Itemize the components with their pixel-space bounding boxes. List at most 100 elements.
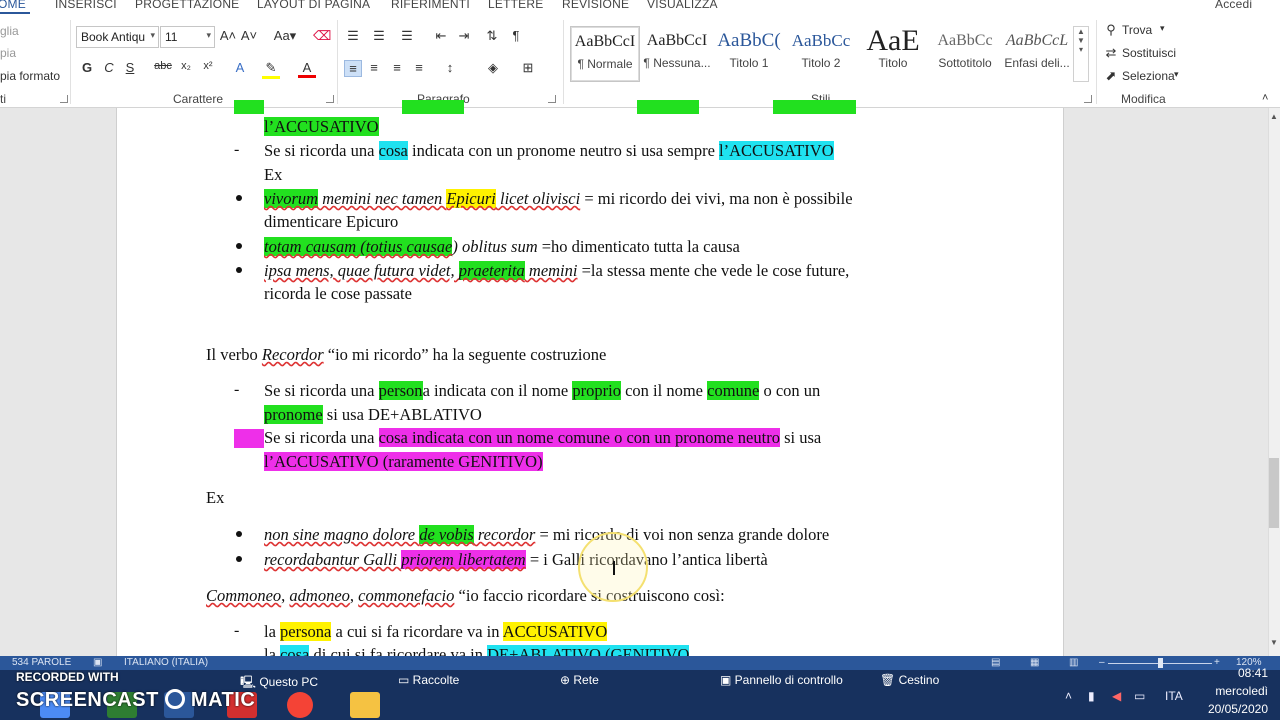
bullets-icon[interactable]: ☰: [344, 28, 362, 44]
numbering-icon[interactable]: ☰: [370, 28, 388, 44]
collapse-ribbon-icon[interactable]: ˄: [1262, 92, 1268, 104]
word-count[interactable]: 534 PAROLE: [12, 657, 71, 668]
increase-indent-icon[interactable]: ⇥: [455, 28, 473, 44]
link-label: Pannello di controllo: [734, 673, 843, 687]
link-label: Raccolte: [412, 673, 460, 687]
font-name-combo[interactable]: Book Antiqu ▾: [76, 26, 159, 48]
decrease-indent-icon[interactable]: ⇤: [432, 28, 450, 44]
highlight-icon[interactable]: ✎: [262, 60, 280, 79]
line-spacing-icon[interactable]: ↕: [441, 60, 459, 75]
style-name: Titolo: [878, 56, 908, 70]
zoom-slider-thumb[interactable]: [1158, 658, 1163, 668]
toolbar-link-pannello[interactable]: ▣ Pannello di controllo: [720, 673, 843, 687]
multilevel-list-icon[interactable]: ☰: [398, 28, 416, 44]
toolbar-link-rete[interactable]: ⊕ Rete: [560, 673, 599, 687]
font-color-icon[interactable]: A: [298, 60, 316, 78]
align-right-icon[interactable]: ≡: [388, 60, 406, 75]
text-effects-icon[interactable]: A: [231, 60, 249, 75]
clipboard-launcher-icon[interactable]: [60, 95, 68, 103]
tab-layout[interactable]: LAYOUT DI PAGINA: [257, 0, 370, 11]
toolbar-link-cestino[interactable]: 🗑 Cestino: [880, 673, 939, 687]
copy-button[interactable]: pia: [0, 46, 16, 60]
shrink-font-icon[interactable]: A˅: [240, 28, 258, 43]
group-separator: [563, 20, 564, 104]
text-run: admoneo: [289, 586, 350, 605]
underline-icon[interactable]: S: [121, 60, 139, 75]
system-clock[interactable]: 08:41 mercoledì 20/05/2020: [1208, 664, 1268, 718]
cut-button[interactable]: glia: [0, 24, 19, 38]
input-language[interactable]: ITA: [1165, 689, 1183, 703]
tab-riferimenti[interactable]: RIFERIMENTI: [391, 0, 470, 11]
subscript-icon[interactable]: x₂: [177, 60, 195, 72]
format-painter-button[interactable]: pia formato: [0, 69, 60, 83]
change-case-icon[interactable]: Aa▾: [272, 28, 298, 44]
superscript-icon[interactable]: x²: [199, 60, 217, 72]
align-left-icon[interactable]: ≡: [344, 60, 362, 77]
select-button[interactable]: Seleziona: [1122, 69, 1175, 83]
strikethrough-icon[interactable]: abc: [154, 60, 172, 72]
speaker-icon[interactable]: ◀: [1112, 689, 1121, 703]
bold-icon[interactable]: G: [78, 60, 96, 75]
style-subtle-emphasis[interactable]: AaBbCcL Enfasi deli...: [1002, 26, 1072, 82]
chevron-down-icon[interactable]: ▾: [1160, 23, 1165, 34]
doc-line: l’ACCUSATIVO (raramente GENITIVO): [264, 452, 543, 472]
file-explorer-icon[interactable]: [350, 692, 380, 718]
tab-inserisci[interactable]: INSERISCI: [55, 0, 117, 11]
tab-home[interactable]: OME: [0, 0, 26, 11]
borders-icon[interactable]: ⊞: [519, 60, 537, 76]
toolbar-link-raccolte[interactable]: ▭ Raccolte: [398, 673, 459, 687]
style-title[interactable]: AaE Titolo: [858, 26, 928, 82]
read-mode-icon[interactable]: ▤: [991, 657, 1000, 668]
chevron-down-icon[interactable]: ▾: [1174, 69, 1179, 80]
style-heading-2[interactable]: AaBbCc Titolo 2: [786, 26, 856, 82]
record-icon[interactable]: [287, 692, 313, 718]
tab-progettazione[interactable]: PROGETTAZIONE: [135, 0, 239, 11]
style-subtitle[interactable]: AaBbCc Sottotitolo: [930, 26, 1000, 82]
print-layout-icon[interactable]: ▦: [1030, 657, 1039, 668]
battery-icon[interactable]: ▭: [1134, 689, 1145, 703]
text-run: Epicuri: [446, 189, 496, 208]
styles-gallery-scroll[interactable]: ▲ ▼ ▾: [1073, 26, 1089, 82]
justify-icon[interactable]: ≡: [410, 60, 428, 75]
pilcrow-icon[interactable]: ¶: [507, 28, 525, 43]
text-run: Ex: [206, 488, 225, 507]
font-size-combo[interactable]: 11 ▾: [160, 26, 215, 48]
grow-font-icon[interactable]: A˄: [219, 28, 237, 43]
text-run: Recordor: [261, 345, 324, 364]
highlight-fragment: [234, 429, 264, 448]
text-run: si usa: [779, 428, 822, 447]
style-heading-1[interactable]: AaBbC( Titolo 1: [714, 26, 784, 82]
style-no-spacing[interactable]: AaBbCcI ¶ Nessuna...: [642, 26, 712, 82]
zoom-out-icon[interactable]: –: [1099, 657, 1105, 668]
tray-chevron-up-icon[interactable]: ˄: [1065, 689, 1072, 703]
highlight-fragment: [402, 100, 465, 114]
tab-lettere[interactable]: LETTERE: [488, 0, 543, 11]
text-run: =ho dimenticato tutta la causa: [537, 237, 740, 256]
language-indicator[interactable]: ITALIANO (ITALIA): [124, 657, 208, 668]
text-run: persona: [280, 622, 332, 641]
vertical-scrollbar[interactable]: [1268, 108, 1280, 656]
shading-icon[interactable]: ◈: [484, 60, 502, 76]
align-center-icon[interactable]: ≡: [365, 60, 383, 75]
style-normal[interactable]: AaBbCcI ¶ Normale: [570, 26, 640, 82]
scrollbar-thumb[interactable]: [1269, 458, 1279, 528]
scroll-up-icon[interactable]: ▲: [1268, 112, 1280, 124]
tab-revisione[interactable]: REVISIONE: [562, 0, 629, 11]
replace-button[interactable]: Sostituisci: [1122, 46, 1176, 60]
styles-launcher-icon[interactable]: [1084, 95, 1092, 103]
scroll-down-icon[interactable]: ▼: [1268, 638, 1280, 650]
tab-visualizza[interactable]: VISUALIZZA: [647, 0, 718, 11]
style-name: Titolo 1: [729, 56, 769, 70]
italic-icon[interactable]: C: [100, 60, 118, 75]
clear-format-icon[interactable]: ⌫: [313, 28, 331, 44]
text-run: a cui si fa ricordare va in: [331, 622, 503, 641]
text-run: Se si ricorda una: [264, 381, 379, 400]
doc-line: non sine magno dolore de vobis recordor …: [264, 525, 829, 545]
account-signin[interactable]: Accedi: [1215, 0, 1252, 11]
sort-icon[interactable]: ⇅: [483, 28, 501, 44]
find-button[interactable]: Trova: [1122, 23, 1152, 37]
watermark-logo-icon: [164, 689, 185, 709]
proofing-icon[interactable]: ▣: [93, 657, 102, 668]
web-layout-icon[interactable]: ▥: [1069, 657, 1078, 668]
network-icon[interactable]: ▮: [1088, 689, 1095, 703]
